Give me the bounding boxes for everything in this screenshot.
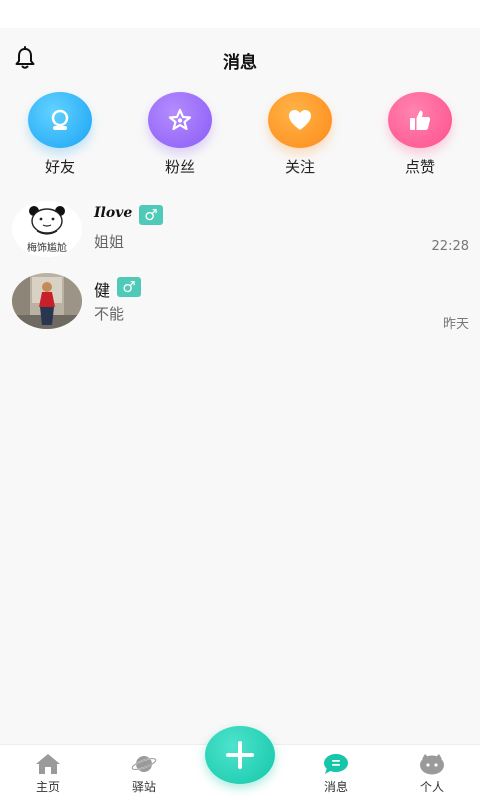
avatar: [12, 273, 82, 329]
profile-icon: [420, 754, 444, 775]
quick-likes[interactable]: 点赞: [375, 92, 465, 177]
message-icon: [324, 754, 348, 774]
tab-station-label: 驿站: [131, 780, 156, 794]
page-title: 消息: [223, 53, 257, 73]
quick-actions: 好友 粉丝 关注 点赞: [0, 92, 480, 182]
add-button[interactable]: [205, 726, 275, 784]
quick-likes-label: 点赞: [404, 158, 435, 176]
tab-station[interactable]: 驿站: [104, 745, 184, 800]
avatar: 梅饰尴尬: [12, 201, 82, 257]
gender-male-badge: ♂: [117, 277, 141, 297]
message-item[interactable]: 健 ♂ 不能 昨天: [0, 273, 480, 343]
home-icon: [36, 754, 60, 774]
star-icon: [148, 92, 212, 148]
message-item[interactable]: 梅饰尴尬 Ilove ♂ 姐姐 22:28: [0, 201, 480, 271]
avatar-caption: 梅饰尴尬: [27, 241, 67, 254]
contact-name: 健: [94, 281, 111, 300]
tab-home-label: 主页: [35, 780, 60, 794]
header: 消息: [0, 28, 480, 92]
message-time: 昨天: [442, 317, 469, 332]
tab-messages-label: 消息: [323, 780, 348, 794]
contact-name: Ilove: [94, 205, 133, 221]
thumbs-up-icon: [388, 92, 452, 148]
gender-male-badge: ♂: [139, 205, 163, 225]
tab-messages[interactable]: 消息: [296, 745, 376, 800]
message-time: 22:28: [431, 239, 469, 254]
quick-follow-label: 关注: [284, 158, 315, 176]
tab-profile[interactable]: 个人: [392, 745, 472, 800]
quick-fans[interactable]: 粉丝: [135, 92, 225, 177]
quick-follow[interactable]: 关注: [255, 92, 345, 177]
heart-icon: [268, 92, 332, 148]
planet-icon: [131, 756, 157, 772]
message-preview: 姐姐: [94, 233, 125, 251]
tab-profile-label: 个人: [419, 780, 444, 794]
friend-icon: [28, 92, 92, 148]
quick-friends[interactable]: 好友: [15, 92, 105, 177]
quick-fans-label: 粉丝: [164, 158, 195, 176]
quick-friends-label: 好友: [44, 158, 75, 176]
tab-home[interactable]: 主页: [8, 745, 88, 800]
message-preview: 不能: [94, 305, 125, 323]
status-bar: [0, 0, 480, 28]
